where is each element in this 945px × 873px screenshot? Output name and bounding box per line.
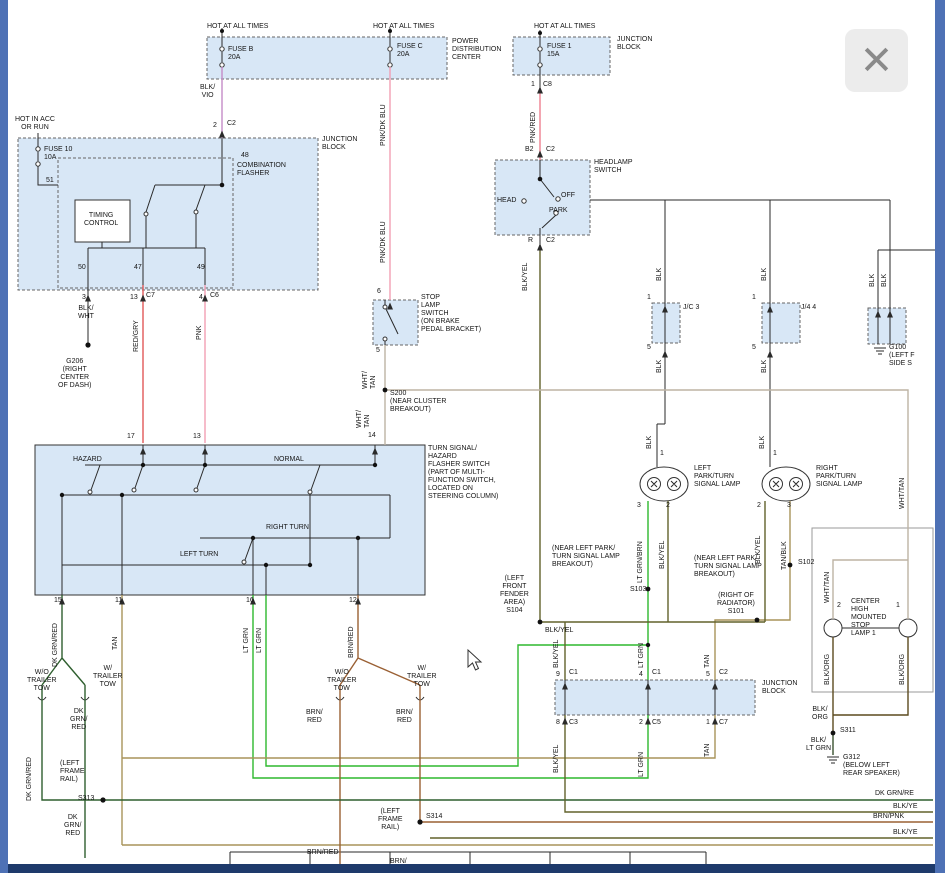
mouse-cursor	[468, 650, 481, 670]
close-button[interactable]: ✕	[845, 29, 908, 92]
horizontal-scrollbar[interactable]	[8, 864, 935, 873]
component-boxes	[18, 37, 933, 715]
wiring-diagram-canvas	[0, 0, 945, 873]
wire-dk-grn-red	[42, 595, 933, 858]
close-icon: ✕	[860, 41, 894, 81]
left-edge-strip	[0, 0, 8, 873]
wiring-diagram-viewer: HOT AT ALL TIMESHOT AT ALL TIMESHOT AT A…	[0, 0, 945, 873]
vertical-scrollbar[interactable]	[935, 0, 945, 873]
